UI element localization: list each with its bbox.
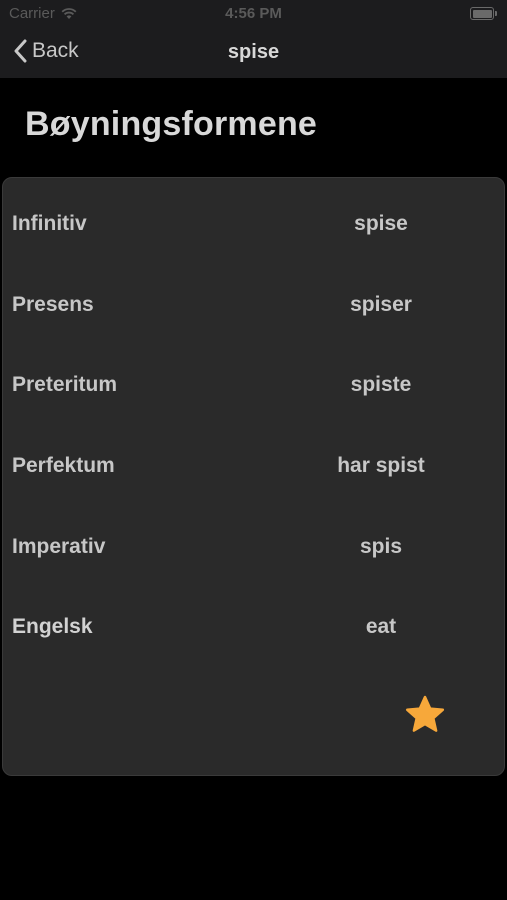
row-value: eat (365, 615, 397, 638)
row-value: har spist (337, 454, 425, 477)
favorite-button[interactable] (403, 693, 447, 737)
battery-icon (470, 7, 497, 20)
status-bar: Carrier 4:56 PM (0, 0, 507, 28)
conjugation-row-preteritum: Preteritum spiste (3, 365, 506, 405)
row-label: Engelsk (12, 615, 93, 638)
row-label: Imperativ (12, 535, 106, 558)
row-label: Perfektum (12, 454, 115, 477)
conjugation-row-infinitiv: Infinitiv spise (3, 204, 506, 244)
row-label: Presens (12, 293, 94, 316)
navigation-bar: Back spise (0, 28, 507, 78)
conjugation-row-engelsk: Engelsk eat (3, 607, 506, 647)
row-label: Preteritum (12, 373, 118, 396)
row-label: Infinitiv (12, 212, 87, 235)
conjugation-card: Infinitiv spise Presens spiser Preteritu… (2, 177, 505, 776)
conjugation-row-imperativ: Imperativ spis (3, 527, 506, 567)
row-value: spise (354, 212, 408, 235)
row-value: spiste (350, 373, 412, 396)
page-title: Bøyningsformene (25, 105, 318, 143)
nav-title: spise (227, 41, 280, 63)
row-value: spis (359, 535, 403, 558)
status-time: 4:56 PM (225, 5, 282, 22)
conjugation-row-perfektum: Perfektum har spist (3, 446, 506, 486)
conjugation-row-presens: Presens spiser (3, 285, 506, 325)
star-icon (405, 695, 445, 732)
row-value: spiser (350, 293, 412, 316)
